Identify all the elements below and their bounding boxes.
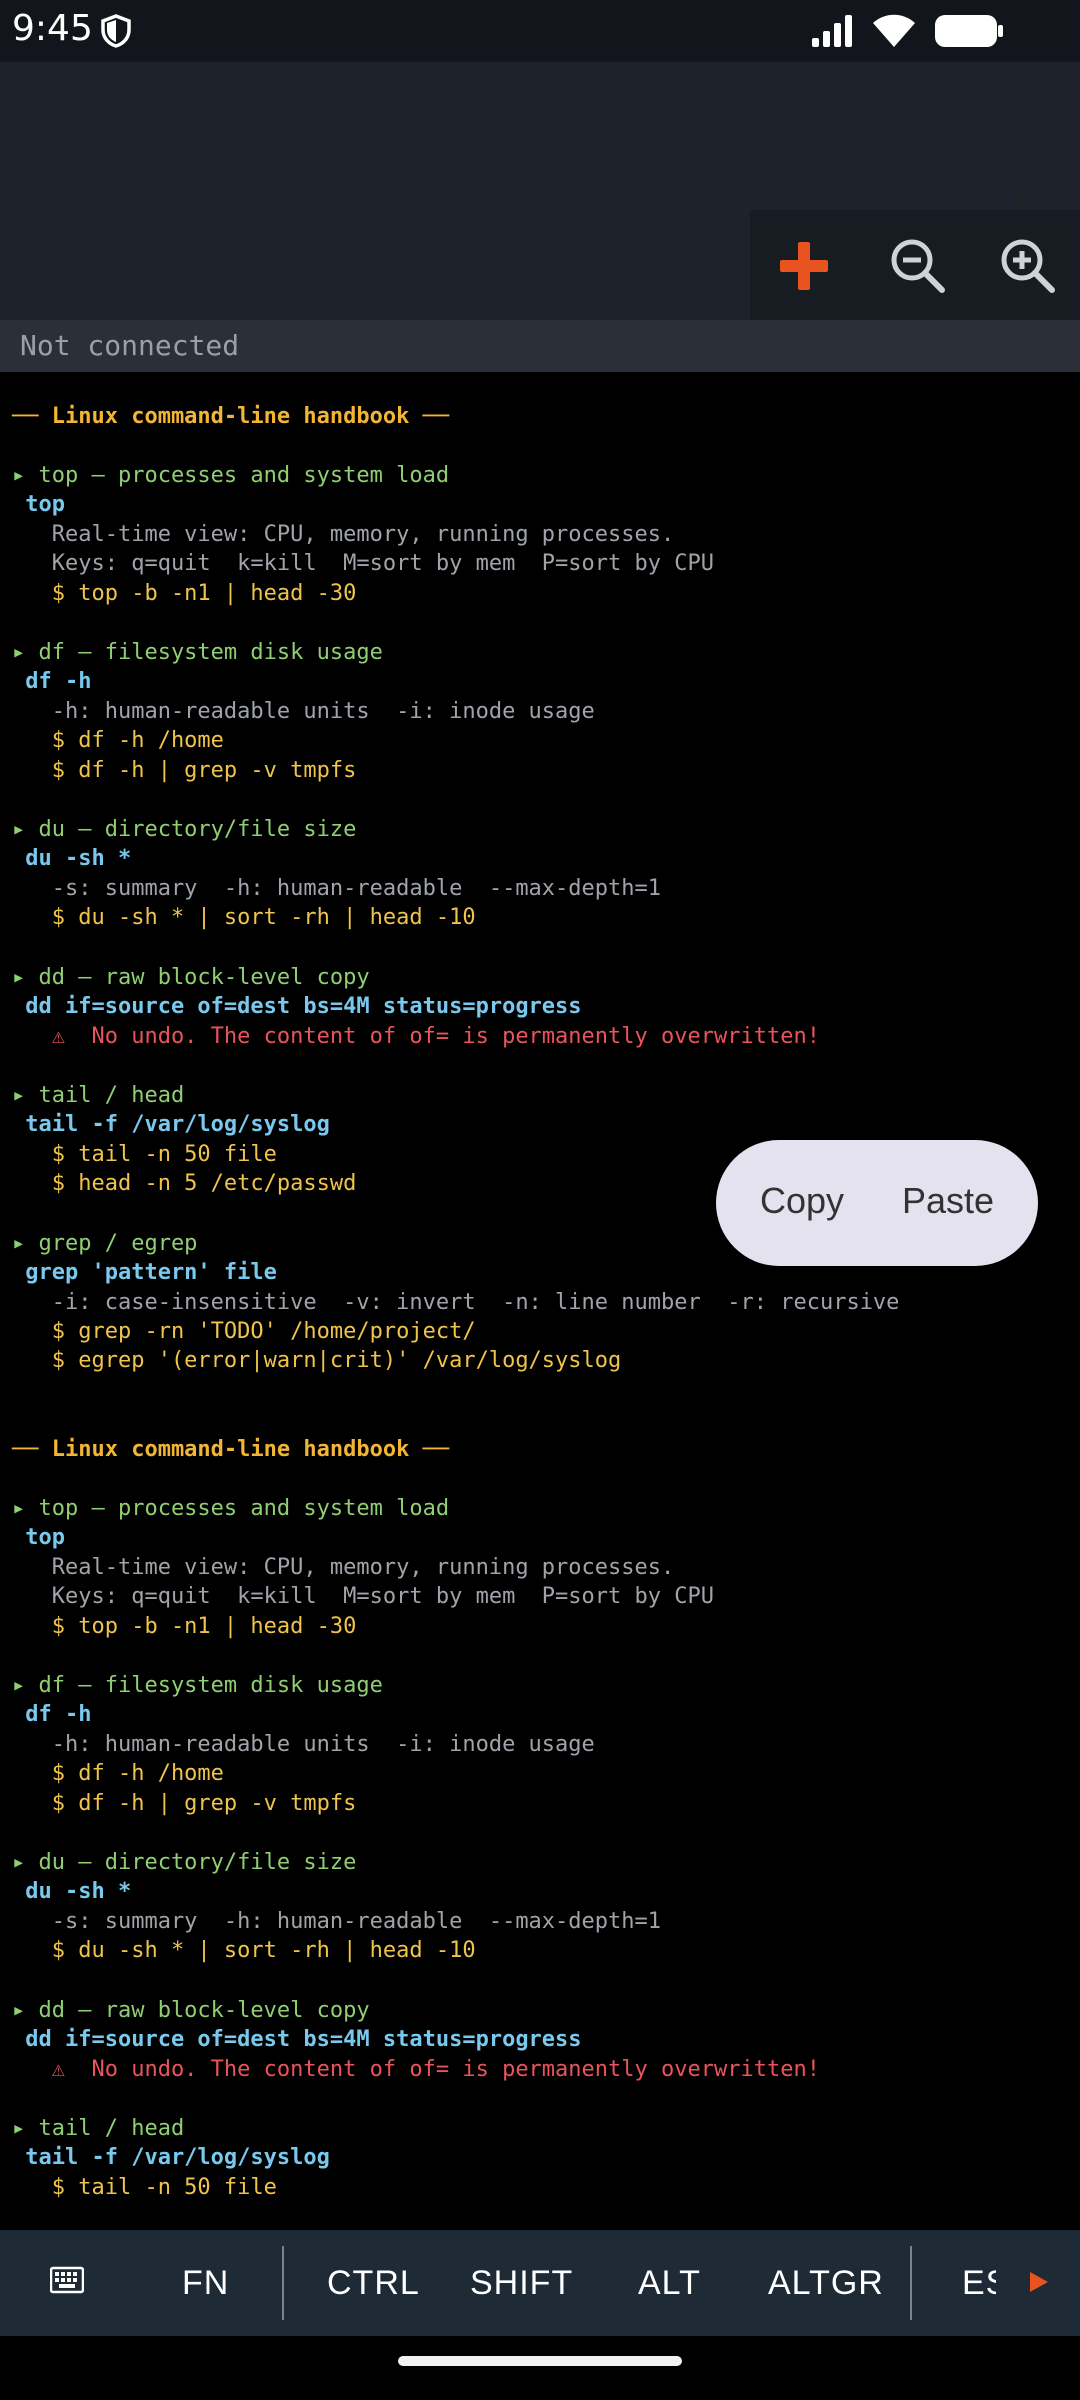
battery-icon [935,15,1003,47]
terminal-line: ── Linux command-line handbook ── [12,404,450,429]
key-separator [282,2246,284,2320]
terminal-line: df -h [12,669,92,694]
status-time: 9:45 [12,8,93,49]
terminal-line: $ head -n 5 /etc/passwd [12,1171,357,1196]
status-icons [810,14,1004,48]
terminal-line: $ tail -n 50 file [12,2175,277,2200]
terminal-line: -i: case-insensitive -v: invert -n: line… [12,1290,900,1315]
paste-button[interactable]: Paste [902,1180,994,1222]
key-ctrl[interactable]: CTRL [327,2264,420,2303]
play-arrow-icon[interactable] [1028,2270,1050,2294]
terminal-line: $ df -h /home [12,728,224,753]
terminal-line: ⚠ No undo. The content of of= is permane… [12,2057,820,2082]
terminal-line: $ egrep '(error|warn|crit)' /var/log/sys… [12,1348,622,1373]
terminal-line: du -sh * [12,846,132,871]
terminal-line: ── Linux command-line handbook ── [12,1437,450,1462]
key-esc[interactable]: ES [962,2264,996,2303]
plus-icon[interactable] [772,234,836,298]
terminal-line: top [12,492,65,517]
terminal-line: ▸ top — processes and system load [12,1496,450,1521]
terminal-line: dd if=source of=dest bs=4M status=progre… [12,994,582,1019]
terminal-line: ▸ top — processes and system load [12,463,450,488]
home-handle[interactable] [398,2356,682,2366]
terminal-line: ▸ dd — raw block-level copy [12,965,370,990]
terminal-line: Real-time view: CPU, memory, running pro… [12,1555,675,1580]
terminal-line: $ df -h | grep -v tmpfs [12,1791,357,1816]
terminal-toolbar [750,210,1080,320]
key-fn[interactable]: FN [182,2264,229,2303]
terminal-line: dd if=source of=dest bs=4M status=progre… [12,2027,582,2052]
terminal-line: $ df -h /home [12,1761,224,1786]
connection-status: Not connected [20,329,240,362]
terminal-line: tail -f /var/log/syslog [12,2145,330,2170]
terminal-line: ▸ df — filesystem disk usage [12,640,383,665]
terminal-line: -h: human-readable units -i: inode usage [12,699,595,724]
zoom-in-icon[interactable] [996,234,1060,298]
terminal-line: -s: summary -h: human-readable --max-dep… [12,876,662,901]
key-separator [910,2246,912,2320]
terminal-line: $ grep -rn 'TODO' /home/project/ [12,1319,476,1344]
terminal-line: tail -f /var/log/syslog [12,1112,330,1137]
terminal-line: ▸ tail / head [12,1083,185,1108]
terminal-line: du -sh * [12,1879,132,1904]
key-shift[interactable]: SHIFT [470,2264,573,2303]
terminal-line: -h: human-readable units -i: inode usage [12,1732,595,1757]
key-altgr[interactable]: ALTGR [768,2264,884,2303]
terminal-line: ⚠ No undo. The content of of= is permane… [12,1024,820,1049]
shield-icon [101,14,131,48]
terminal-line: -s: summary -h: human-readable --max-dep… [12,1909,662,1934]
gesture-nav-area [0,2336,1080,2400]
status-bar: 9:45 [0,0,1080,62]
terminal-line: ▸ tail / head [12,2116,185,2141]
wifi-icon [873,14,915,47]
terminal-line: $ top -b -n1 | head -30 [12,581,357,606]
connection-status-bar: Not connected [0,320,1080,373]
terminal-line: ▸ dd — raw block-level copy [12,1998,370,2023]
terminal-line: Keys: q=quit k=kill M=sort by mem P=sort… [12,1584,714,1609]
keyboard-icon[interactable] [50,2266,84,2294]
terminal-line: ▸ du — directory/file size [12,817,357,842]
key-alt[interactable]: ALT [638,2264,701,2303]
copy-paste-popup: Copy Paste [716,1140,1038,1266]
zoom-out-icon[interactable] [886,234,950,298]
terminal-line: Keys: q=quit k=kill M=sort by mem P=sort… [12,551,714,576]
terminal-line: $ df -h | grep -v tmpfs [12,758,357,783]
terminal-line: ▸ du — directory/file size [12,1850,357,1875]
signal-icon [812,15,852,47]
terminal-line: ▸ df — filesystem disk usage [12,1673,383,1698]
extra-keys-bar: FN CTRL SHIFT ALT ALTGR ES [0,2230,1080,2336]
terminal-line: grep 'pattern' file [12,1260,277,1285]
terminal-output[interactable]: ── Linux command-line handbook ── ▸ top … [0,372,1080,2230]
copy-button[interactable]: Copy [760,1180,844,1222]
terminal-line: $ du -sh * | sort -rh | head -10 [12,905,476,930]
terminal-line: top [12,1525,65,1550]
terminal-line: Real-time view: CPU, memory, running pro… [12,522,675,547]
terminal-line: $ top -b -n1 | head -30 [12,1614,357,1639]
terminal-line: df -h [12,1702,92,1727]
terminal-line: $ tail -n 50 file [12,1142,277,1167]
terminal-line: ▸ grep / egrep [12,1231,198,1256]
terminal-line: $ du -sh * | sort -rh | head -10 [12,1938,476,1963]
